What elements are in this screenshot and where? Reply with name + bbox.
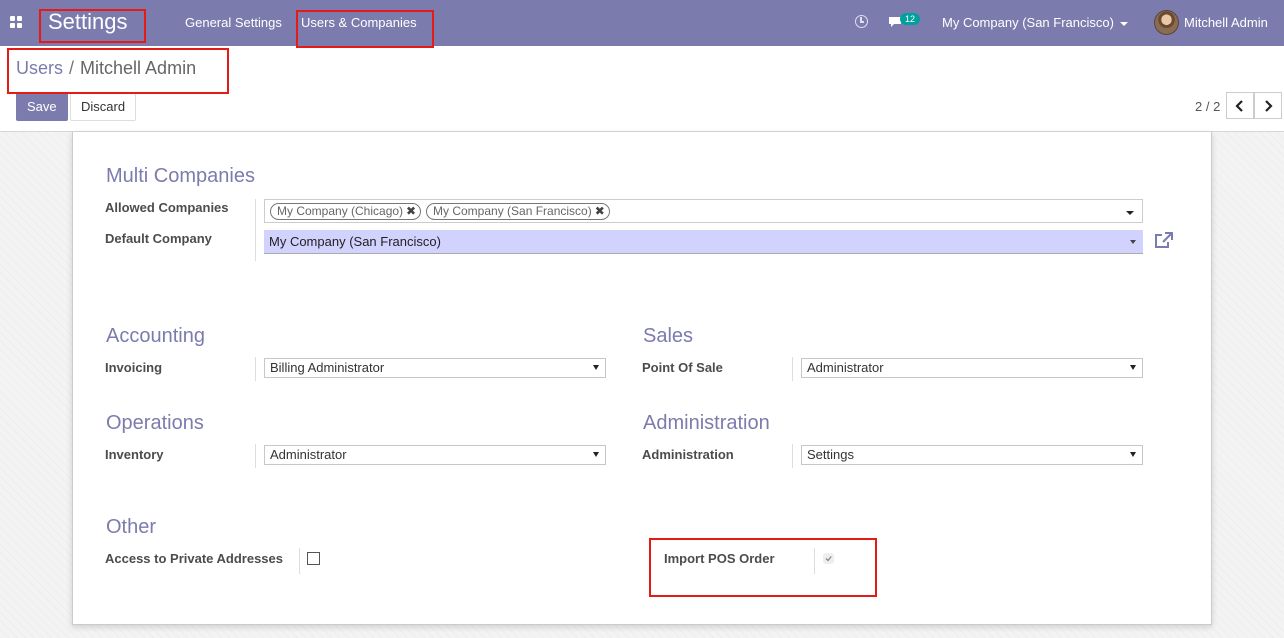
highlight-box-import-pos — [649, 538, 877, 597]
inventory-label: Inventory — [105, 447, 164, 462]
chevron-left-icon — [1235, 100, 1243, 112]
private-addresses-checkbox[interactable] — [307, 552, 320, 565]
section-accounting: Accounting — [106, 325, 205, 347]
inventory-value: Administrator — [270, 447, 347, 462]
company-switcher[interactable]: My Company (San Francisco) — [942, 15, 1128, 30]
default-company-field[interactable]: My Company (San Francisco) — [264, 230, 1143, 254]
highlight-box-app-title — [39, 9, 146, 43]
pager-value: 2 / 2 — [1195, 99, 1221, 114]
administration-value: Settings — [807, 447, 854, 462]
section-other: Other — [106, 516, 157, 538]
invoicing-value: Billing Administrator — [270, 360, 385, 375]
dropdown-arrow-icon[interactable] — [1130, 240, 1136, 244]
field-divider — [792, 444, 793, 468]
invoicing-label: Invoicing — [105, 360, 163, 375]
default-company-value: My Company (San Francisco) — [269, 234, 441, 249]
highlight-box-breadcrumb — [7, 48, 229, 94]
menu-general-settings[interactable]: General Settings — [185, 15, 282, 30]
tag-san-francisco: My Company (San Francisco) ✖ — [426, 203, 610, 220]
section-multi-companies: Multi Companies — [106, 165, 255, 187]
clock-icon[interactable] — [855, 15, 868, 28]
field-divider — [255, 444, 256, 468]
allowed-companies-field[interactable]: My Company (Chicago) ✖ My Company (San Fr… — [264, 199, 1143, 223]
tag-chicago: My Company (Chicago) ✖ — [270, 203, 422, 220]
messages-count-badge: 12 — [900, 13, 921, 25]
company-switcher-label: My Company (San Francisco) — [942, 15, 1114, 30]
point-of-sale-select[interactable]: Administrator — [801, 358, 1143, 378]
section-operations: Operations — [106, 412, 204, 434]
pager-next-button[interactable] — [1254, 92, 1282, 119]
administration-select[interactable]: Settings — [801, 445, 1143, 465]
point-of-sale-label: Point Of Sale — [642, 360, 723, 375]
section-sales: Sales — [643, 325, 694, 347]
pager-previous-button[interactable] — [1226, 92, 1254, 119]
administration-label: Administration — [642, 447, 734, 462]
save-button[interactable]: Save — [16, 92, 68, 121]
field-divider — [792, 357, 793, 381]
remove-tag-icon[interactable]: ✖ — [406, 204, 416, 218]
dropdown-arrow-icon — [1130, 365, 1136, 370]
chevron-right-icon — [1265, 100, 1273, 112]
default-company-label: Default Company — [105, 231, 212, 246]
allowed-companies-label: Allowed Companies — [105, 200, 229, 215]
field-divider — [255, 199, 256, 261]
external-link-icon[interactable] — [1154, 232, 1174, 253]
dropdown-arrow-icon[interactable] — [1126, 211, 1134, 215]
section-administration: Administration — [643, 412, 770, 434]
dropdown-arrow-icon — [1130, 452, 1136, 457]
tag-label: My Company (San Francisco) — [433, 204, 592, 218]
invoicing-select[interactable]: Billing Administrator — [264, 358, 606, 378]
discard-button[interactable]: Discard — [70, 92, 137, 121]
private-addresses-label: Access to Private Addresses — [105, 551, 284, 566]
inventory-select[interactable]: Administrator — [264, 445, 606, 465]
user-menu[interactable]: Mitchell Admin — [1184, 15, 1268, 30]
chevron-down-icon — [1119, 21, 1128, 26]
dropdown-arrow-icon — [593, 452, 599, 457]
highlight-box-users-companies — [296, 10, 434, 48]
field-divider — [255, 357, 256, 381]
tag-label: My Company (Chicago) — [277, 204, 404, 218]
top-navbar: Settings General Settings Users & Compan… — [0, 0, 1284, 46]
field-divider — [299, 548, 300, 574]
avatar[interactable] — [1154, 10, 1179, 35]
apps-menu-icon[interactable] — [10, 16, 23, 29]
remove-tag-icon[interactable]: ✖ — [595, 204, 605, 218]
dropdown-arrow-icon — [593, 365, 599, 370]
point-of-sale-value: Administrator — [807, 360, 884, 375]
